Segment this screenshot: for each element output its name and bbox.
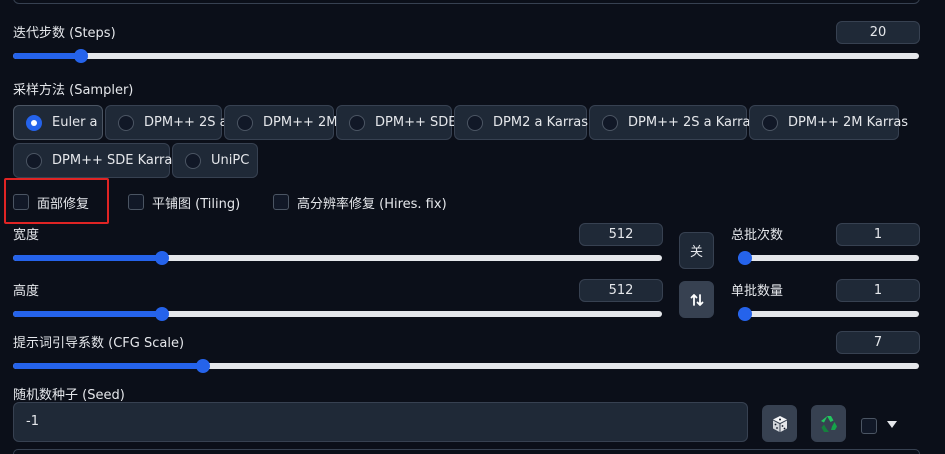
width-slider-fill	[13, 255, 162, 261]
sampler-option-label: DPM2 a Karras	[493, 115, 589, 130]
sampler-option-label: DPM++ 2S a	[144, 115, 228, 130]
swap-dimensions-button[interactable]	[679, 281, 714, 318]
radio-icon	[26, 152, 42, 169]
sampler-option-label: DPM++ 2S a Karras	[628, 115, 758, 130]
triangle-down-icon	[887, 421, 897, 428]
steps-slider-thumb[interactable]	[74, 49, 88, 63]
seed-input-value: -1	[26, 414, 39, 429]
radio-selected-icon	[26, 114, 42, 131]
sampler-option-dpm-sde[interactable]: DPM++ SDE	[336, 105, 456, 140]
swap-vertical-icon	[690, 293, 703, 306]
sampler-option-unipc[interactable]: UniPC	[172, 143, 258, 178]
width-slider[interactable]	[13, 251, 662, 265]
steps-number-input[interactable]: 20	[836, 21, 920, 44]
radio-icon	[467, 114, 483, 131]
dice-icon	[772, 415, 787, 432]
sampler-option-dpm2s-a-karras[interactable]: DPM++ 2S a Karras	[589, 105, 757, 140]
radio-icon	[185, 152, 201, 169]
radio-icon	[237, 114, 253, 131]
radio-icon	[118, 114, 134, 131]
tiling-checkbox[interactable]	[128, 194, 144, 210]
width-slider-thumb[interactable]	[155, 251, 169, 265]
height-label: 高度	[13, 284, 40, 299]
top-panel-edge	[13, 0, 920, 4]
sampler-option-dpm2s-a[interactable]: DPM++ 2S a	[105, 105, 228, 140]
steps-label: 迭代步数 (Steps)	[13, 26, 116, 41]
batch-size-number-input[interactable]: 1	[836, 279, 920, 302]
height-slider-thumb[interactable]	[155, 307, 169, 321]
face-restore-label[interactable]: 面部修复	[37, 193, 89, 212]
sampler-option-dpm2m-karras[interactable]: DPM++ 2M Karras	[749, 105, 908, 140]
batch-size-label: 单批数量	[731, 284, 784, 299]
sampler-option-dpm2m[interactable]: DPM++ 2M	[224, 105, 338, 140]
radio-icon	[602, 114, 618, 131]
reuse-seed-button[interactable]	[811, 405, 846, 442]
cfg-scale-slider-fill	[13, 363, 203, 369]
height-number-input[interactable]: 512	[579, 279, 663, 302]
close-button[interactable]: 关	[679, 232, 714, 269]
batch-size-slider-thumb[interactable]	[738, 307, 752, 321]
batch-size-slider[interactable]	[738, 307, 919, 321]
sampler-option-label: DPM++ SDE Karras	[52, 153, 180, 168]
cfg-scale-slider[interactable]	[13, 359, 919, 373]
cfg-scale-number-input[interactable]: 7	[836, 331, 920, 354]
width-number-input[interactable]: 512	[579, 223, 663, 246]
sampler-option-dpm2-a-karras[interactable]: DPM2 a Karras	[454, 105, 589, 140]
batch-count-slider[interactable]	[738, 251, 919, 265]
random-seed-button[interactable]	[762, 405, 797, 442]
sampler-option-euler-a[interactable]: Euler a	[13, 105, 103, 140]
sampler-option-label: UniPC	[211, 153, 250, 168]
face-restore-checkbox[interactable]	[13, 194, 29, 210]
hires-fix-checkbox[interactable]	[273, 194, 289, 210]
tiling-label[interactable]: 平铺图 (Tiling)	[152, 193, 240, 212]
seed-input[interactable]: -1	[13, 402, 748, 442]
height-slider-fill	[13, 311, 162, 317]
sampler-option-dpm-sde-karras[interactable]: DPM++ SDE Karras	[13, 143, 179, 178]
sampler-option-label: Euler a	[52, 115, 98, 130]
seed-label: 随机数种子 (Seed)	[13, 388, 125, 403]
steps-slider-fill	[13, 53, 81, 59]
cfg-scale-label: 提示词引导系数 (CFG Scale)	[13, 336, 185, 351]
sampler-option-label: DPM++ 2M Karras	[788, 115, 909, 130]
width-label: 宽度	[13, 228, 40, 243]
radio-icon	[349, 114, 365, 131]
steps-slider[interactable]	[13, 49, 919, 63]
batch-count-slider-thumb[interactable]	[738, 251, 752, 265]
height-slider[interactable]	[13, 307, 662, 321]
cfg-scale-slider-thumb[interactable]	[196, 359, 210, 373]
recycle-icon	[820, 415, 837, 432]
batch-count-label: 总批次数	[731, 228, 784, 243]
radio-icon	[762, 114, 778, 131]
extra-seed-checkbox[interactable]	[861, 418, 877, 434]
sampler-option-label: DPM++ SDE	[375, 115, 457, 130]
hires-fix-label[interactable]: 高分辨率修复 (Hires. fix)	[297, 193, 447, 212]
sampler-option-label: DPM++ 2M	[263, 115, 338, 130]
extra-seed-toggle[interactable]	[885, 417, 899, 433]
batch-count-number-input[interactable]: 1	[836, 223, 920, 246]
bottom-panel-edge	[13, 449, 920, 454]
sampler-label: 采样方法 (Sampler)	[13, 83, 134, 98]
